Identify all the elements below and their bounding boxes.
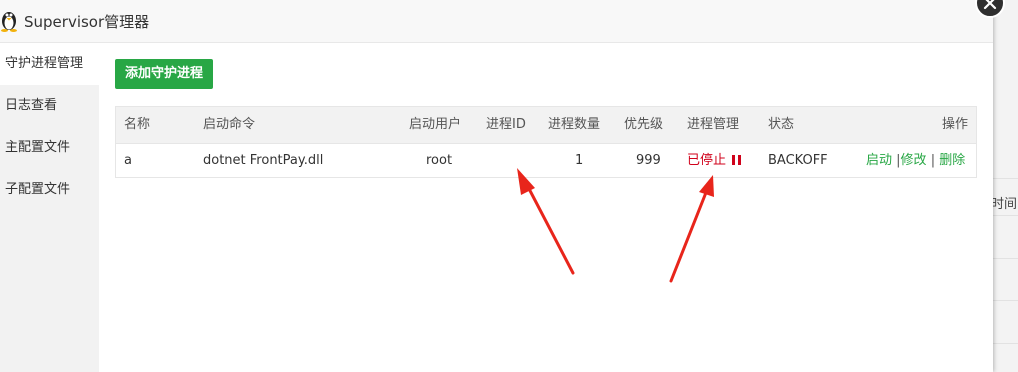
annotation-arrows [517,168,714,283]
annotation-arrow-pid [517,168,575,275]
annotation-arrow-process-manage [669,175,714,283]
